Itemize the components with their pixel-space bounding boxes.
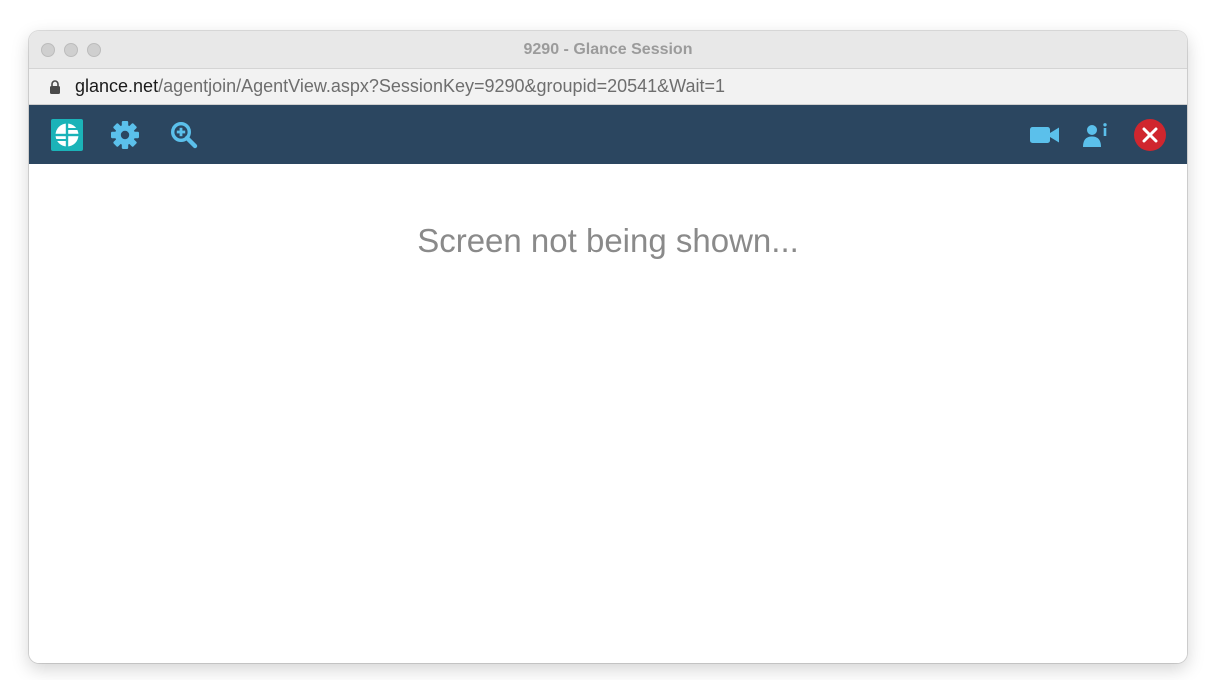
session-window: 9290 - Glance Session glance.net/agentjo…	[29, 31, 1187, 663]
glance-logo-icon[interactable]	[51, 105, 83, 164]
video-camera-icon[interactable]	[1029, 105, 1061, 164]
person-info-icon[interactable]	[1081, 105, 1111, 164]
screen-share-viewport: Screen not being shown...	[29, 164, 1187, 663]
address-bar[interactable]: glance.net/agentjoin/AgentView.aspx?Sess…	[29, 69, 1187, 105]
glance-toolbar	[29, 105, 1187, 164]
window-title: 9290 - Glance Session	[523, 41, 693, 58]
url-domain: glance.net	[75, 76, 159, 96]
url-path: /agentjoin/AgentView.aspx?SessionKey=929…	[158, 76, 725, 96]
zoom-in-icon[interactable]	[169, 105, 199, 164]
close-session-icon[interactable]	[1133, 105, 1167, 164]
status-message: Screen not being shown...	[417, 222, 799, 259]
title-bar: 9290 - Glance Session	[29, 31, 1187, 69]
gear-icon[interactable]	[109, 105, 141, 164]
lock-icon	[47, 79, 63, 95]
